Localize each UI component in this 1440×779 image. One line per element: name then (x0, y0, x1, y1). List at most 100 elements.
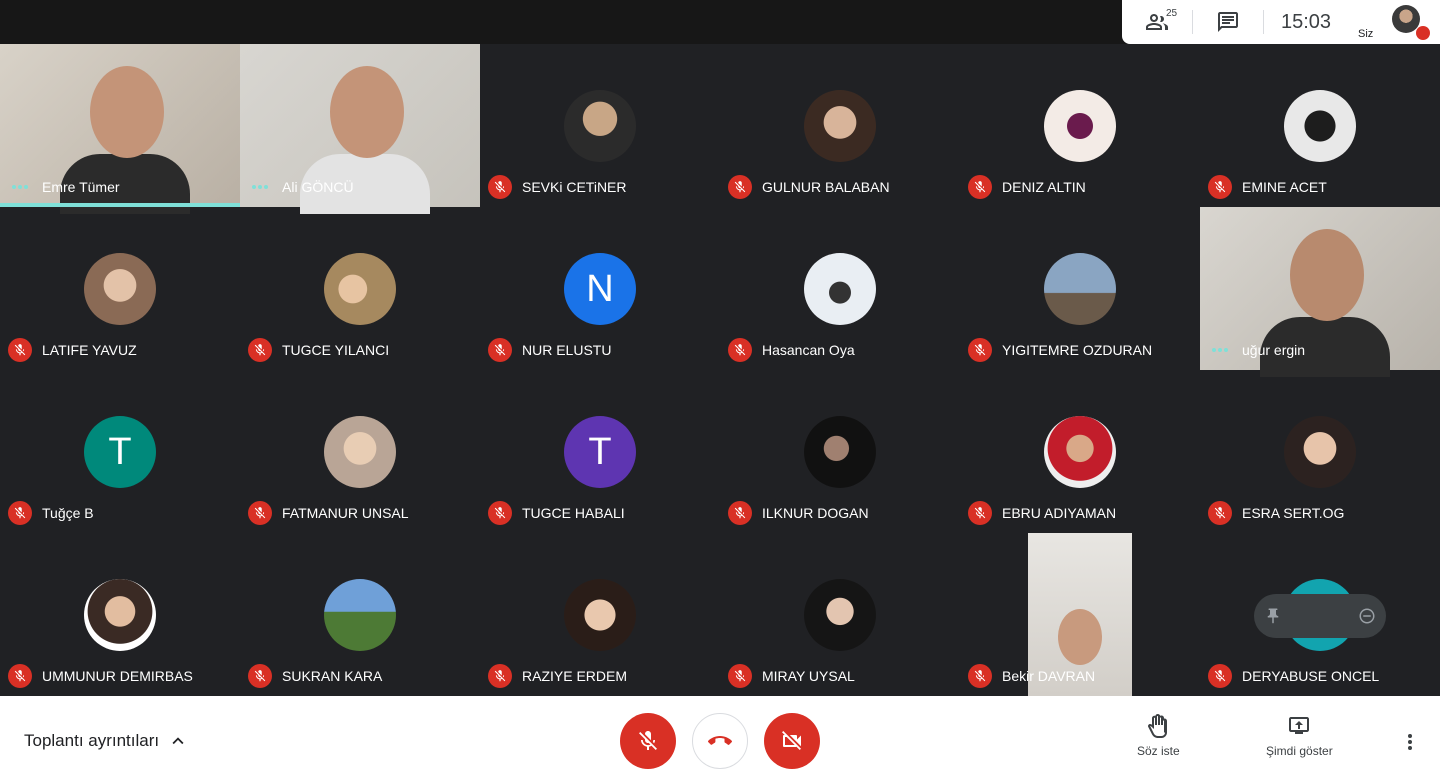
participant-tile[interactable]: RAZIYE ERDEM (480, 533, 720, 696)
avatar-initial: T (588, 430, 612, 473)
participant-count: 25 (1166, 8, 1178, 19)
present-screen-icon (1289, 717, 1310, 734)
participant-name: Bekir DAVRAN (1002, 668, 1096, 684)
participant-name: Tuğçe B (42, 505, 94, 521)
participant-name-row: ILKNUR DOGAN (728, 501, 869, 525)
participant-tile[interactable]: Emre Tümer (0, 44, 240, 214)
remove-icon[interactable] (1358, 607, 1376, 625)
participant-tile[interactable]: SEVKi CETiNER (480, 44, 720, 207)
participant-name: EMINE ACET (1242, 179, 1327, 195)
camera-off-icon (782, 731, 801, 750)
clock: 15:03 (1280, 10, 1332, 33)
participant-name-row: RAZIYE ERDEM (488, 664, 627, 688)
participant-tile[interactable]: T TUGCE HABALI (480, 370, 720, 533)
participant-name-row: Tuğçe B (8, 501, 94, 525)
participant-tile[interactable]: MIRAY UYSAL (720, 533, 960, 696)
participant-avatar: N (564, 253, 636, 325)
participant-name-row: uğur ergin (1208, 338, 1305, 362)
camera-toggle-button[interactable] (764, 713, 820, 769)
bottom-bar: Toplantı ayrıntıları Söz iste Şimdi göst… (0, 696, 1440, 779)
more-dot (1408, 734, 1412, 738)
raise-hand-button[interactable]: Söz iste (1137, 714, 1180, 758)
participants-button[interactable]: 25 (1122, 0, 1192, 44)
participant-tile[interactable]: UMMUNUR DEMIRBAS (0, 533, 240, 696)
mic-off-icon (728, 664, 752, 688)
participant-avatar (324, 416, 396, 488)
participant-tile[interactable]: N NUR ELUSTU (480, 207, 720, 370)
participant-name-row: EMINE ACET (1208, 175, 1327, 199)
participant-avatar (804, 90, 876, 162)
participant-name-row: FATMANUR UNSAL (248, 501, 409, 525)
participant-tile[interactable]: EBRU ADIYAMAN (960, 370, 1200, 533)
participant-tile[interactable]: ILKNUR DOGAN (720, 370, 960, 533)
hand-icon (1148, 714, 1168, 738)
participant-name: GULNUR BALABAN (762, 179, 890, 195)
participant-name: LATIFE YAVUZ (42, 342, 137, 358)
participant-name: MIRAY UYSAL (762, 668, 855, 684)
participant-avatar (324, 579, 396, 651)
participant-name: Ali GÖNCÜ (282, 179, 354, 195)
participant-silhouette (90, 66, 164, 158)
participant-name: TUGCE HABALI (522, 505, 625, 521)
self-label: Siz (1358, 28, 1374, 40)
participant-name: Emre Tümer (42, 179, 120, 195)
mic-off-icon (639, 731, 657, 750)
participant-name-row: YIGITEMRE OZDURAN (968, 338, 1152, 362)
chat-icon (1218, 12, 1238, 32)
participant-tile[interactable]: T Tuğçe B (0, 370, 240, 533)
participant-avatar (804, 253, 876, 325)
participant-name-row: SUKRAN KARA (248, 664, 382, 688)
mic-off-icon (8, 501, 32, 525)
participant-name: SUKRAN KARA (282, 668, 383, 684)
participant-avatar: T (564, 416, 636, 488)
participant-name-row: SEVKi CETiNER (488, 175, 627, 199)
mic-off-icon (968, 175, 992, 199)
avatar-initial: N (586, 267, 614, 310)
mic-off-icon (1208, 175, 1232, 199)
participant-name: DERYABUSE ONCEL (1242, 668, 1380, 684)
participant-name: SEVKi CETiNER (522, 179, 627, 195)
chat-button[interactable] (1193, 0, 1263, 44)
raise-hand-label: Söz iste (1137, 744, 1180, 758)
participant-tile[interactable]: Bekir DAVRAN (960, 533, 1200, 696)
participant-tile[interactable]: FATMANUR UNSAL (240, 370, 480, 533)
participant-name-row: ESRA SERT.OG (1208, 501, 1344, 525)
participant-name-row: GULNUR BALABAN (728, 175, 890, 199)
participant-tile[interactable]: Hasancan Oya (720, 207, 960, 370)
participant-avatar (804, 579, 876, 651)
participant-tile[interactable]: EMINE ACET (1200, 44, 1440, 207)
more-dot (1408, 740, 1412, 744)
present-now-button[interactable]: Şimdi göster (1266, 714, 1333, 758)
participant-tile[interactable]: GULNUR BALABAN (720, 44, 960, 207)
participant-name-row: DENIZ ALTIN (968, 175, 1086, 199)
participant-avatar (1284, 416, 1356, 488)
mic-off-icon (968, 664, 992, 688)
self-mic-off-icon (1416, 26, 1430, 40)
microphone-toggle-button[interactable] (620, 713, 676, 769)
mic-off-icon (728, 338, 752, 362)
participant-tile[interactable]: Ali GÖNCÜ (240, 44, 480, 214)
pin-icon[interactable] (1264, 607, 1282, 625)
participant-name-row: TUGCE HABALI (488, 501, 625, 525)
mic-off-icon (488, 175, 512, 199)
participant-tile[interactable]: ESRA SERT.OG (1200, 370, 1440, 533)
participant-tile[interactable]: uğur ergin (1200, 207, 1440, 377)
participant-name: Hasancan Oya (762, 342, 855, 358)
mic-off-icon (488, 664, 512, 688)
leave-call-button[interactable] (692, 713, 748, 769)
speaking-indicator-icon (8, 175, 32, 199)
mic-off-icon (728, 175, 752, 199)
meeting-details-button[interactable]: Toplantı ayrıntıları (24, 730, 189, 752)
participant-name-row: Emre Tümer (8, 175, 120, 199)
present-now-label: Şimdi göster (1266, 744, 1333, 758)
participant-tile[interactable]: TUGCE YILANCI (240, 207, 480, 370)
participant-tile[interactable]: YIGITEMRE OZDURAN (960, 207, 1200, 370)
participant-tile[interactable]: SUKRAN KARA (240, 533, 480, 696)
meeting-details-label: Toplantı ayrıntıları (24, 731, 160, 750)
participant-name: RAZIYE ERDEM (522, 668, 628, 684)
participant-tile[interactable]: LATIFE YAVUZ (0, 207, 240, 370)
mic-off-icon (1208, 501, 1232, 525)
participant-tile[interactable]: DENIZ ALTIN (960, 44, 1200, 207)
participant-name: TUGCE YILANCI (282, 342, 390, 358)
more-options-button[interactable] (1398, 730, 1422, 754)
